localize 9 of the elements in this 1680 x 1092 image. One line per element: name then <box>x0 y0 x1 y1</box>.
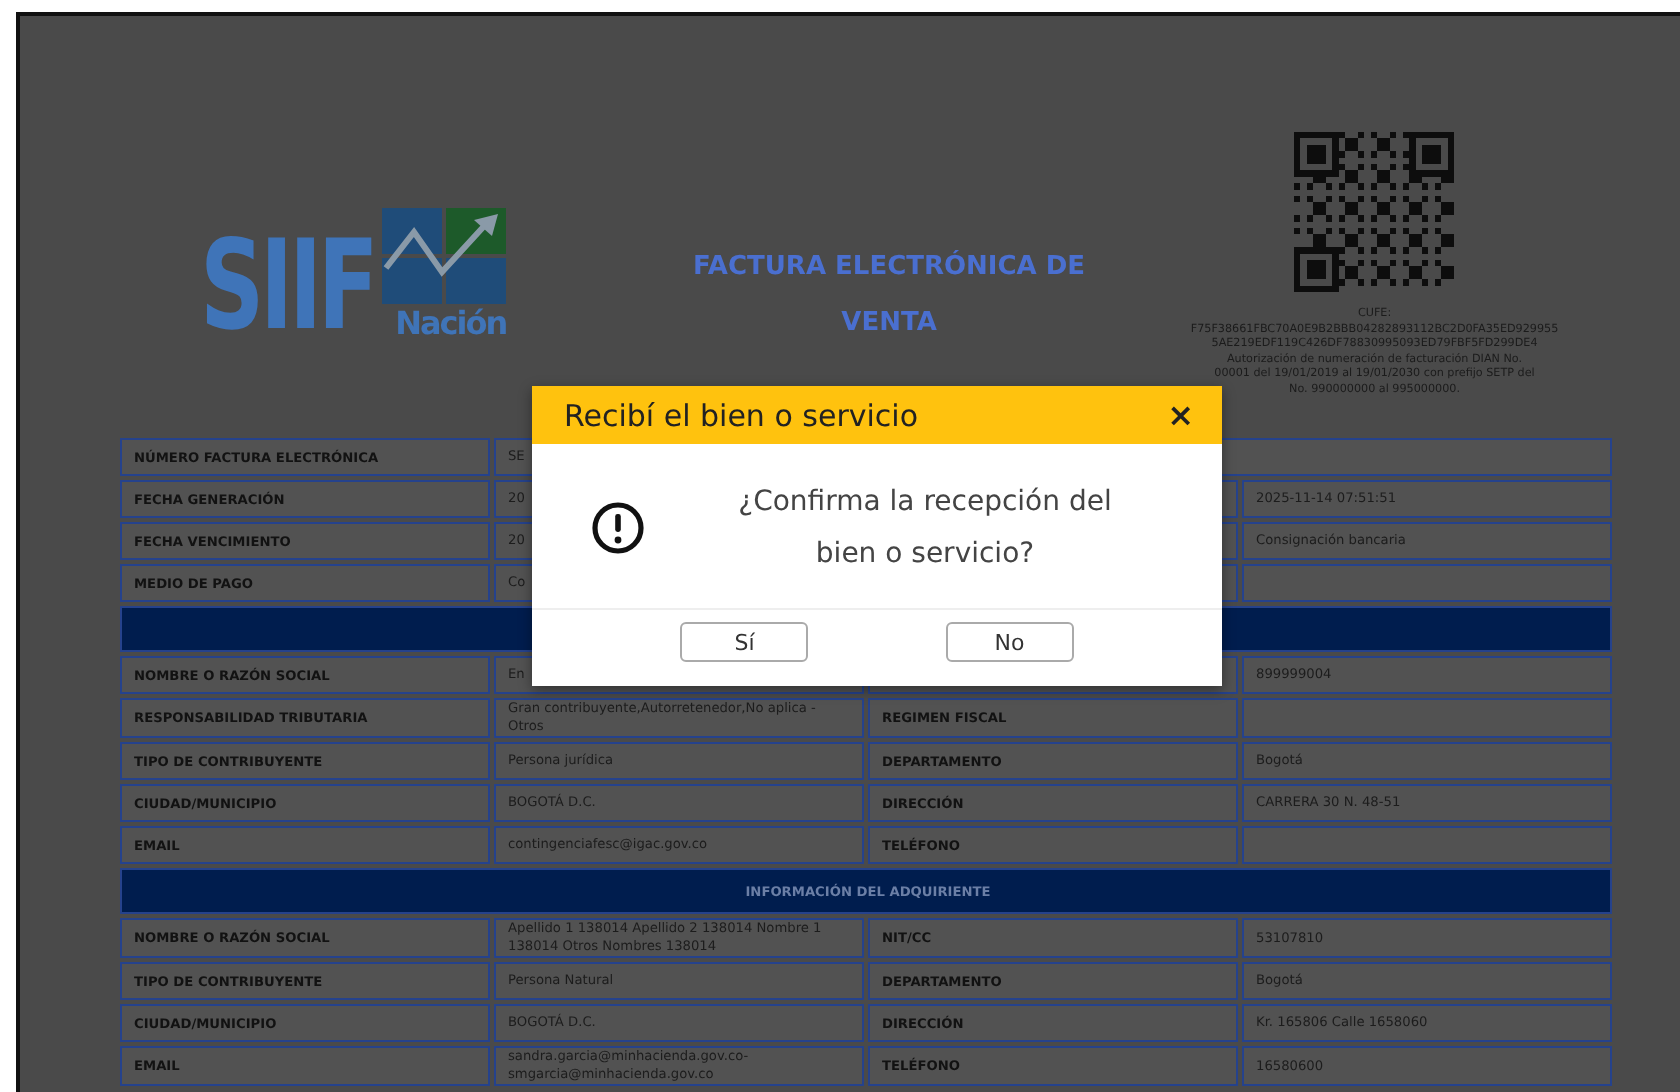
invoice-title: FACTURA ELECTRÓNICA DE VENTA <box>691 248 1088 342</box>
logo-subtext: Nación <box>395 304 507 344</box>
close-button[interactable]: × <box>1163 396 1198 434</box>
logo-text: SIIF <box>200 228 375 344</box>
warning-icon <box>592 502 644 554</box>
dialog-button[interactable]: No <box>945 622 1074 662</box>
chart-arrow-icon <box>382 208 507 304</box>
dialog-title: Recibí el bien o servicio <box>564 397 918 433</box>
dialog-button[interactable]: Sí <box>680 622 809 662</box>
